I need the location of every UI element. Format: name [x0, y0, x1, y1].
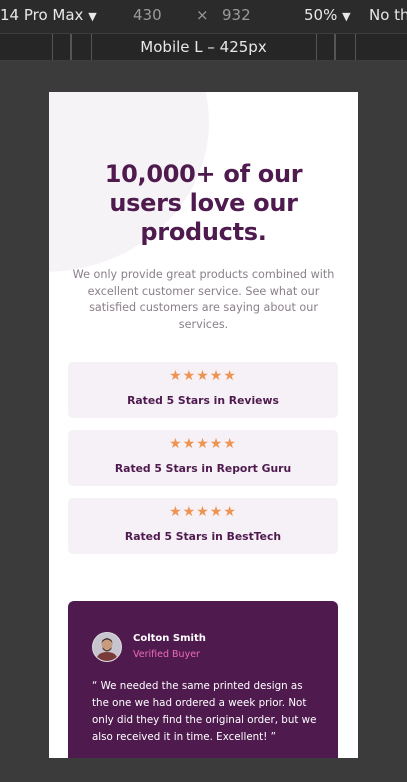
testimonial-quote: “ We needed the same printed design as t… — [92, 680, 317, 743]
testimonial-role: Verified Buyer — [133, 649, 200, 660]
page-viewport: 10,000+ of our users love our products. … — [49, 92, 358, 758]
zoom-value: 50% — [304, 6, 338, 24]
chevron-down-icon: ▼ — [342, 10, 351, 23]
chevron-down-icon: ▼ — [88, 10, 97, 23]
rating-card: ★★★★★ Rated 5 Stars in Reviews — [68, 362, 338, 418]
rating-label: Rated 5 Stars in Report Guru — [114, 462, 292, 475]
rating-card: ★★★★★ Rated 5 Stars in Report Guru — [68, 430, 338, 486]
times-icon: × — [196, 6, 209, 24]
rating-label: Rated 5 Stars in Reviews — [127, 394, 279, 407]
height-input[interactable]: 932 — [222, 6, 251, 24]
device-name: 14 Pro Max — [0, 6, 84, 24]
person-icon — [93, 633, 121, 661]
throttle-selector[interactable]: No th — [369, 6, 407, 24]
hero-description: We only provide great products combined … — [72, 268, 335, 331]
avatar — [92, 632, 122, 662]
media-query-bar: Mobile L – 425px — [0, 33, 407, 61]
devtools-toolbar: 14 Pro Max ▼ 430 × 932 50% ▼ No th — [0, 0, 407, 33]
width-input[interactable]: 430 — [133, 6, 162, 24]
device-selector[interactable]: 14 Pro Max ▼ — [0, 6, 97, 24]
hero-title: 10,000+ of our users love our products. — [104, 160, 303, 246]
rating-label: Rated 5 Stars in BestTech — [124, 530, 282, 543]
breakpoint-label: Mobile L – 425px — [140, 38, 267, 56]
star-rating-icons: ★★★★★ — [169, 436, 237, 452]
star-rating-icons: ★★★★★ — [169, 504, 237, 520]
rating-card: ★★★★★ Rated 5 Stars in BestTech — [68, 498, 338, 554]
testimonial-name: Colton Smith — [133, 633, 206, 644]
star-rating-icons: ★★★★★ — [169, 368, 237, 384]
zoom-selector[interactable]: 50% ▼ — [304, 6, 351, 24]
testimonial-card: Colton Smith Verified Buyer “ We needed … — [68, 601, 338, 758]
